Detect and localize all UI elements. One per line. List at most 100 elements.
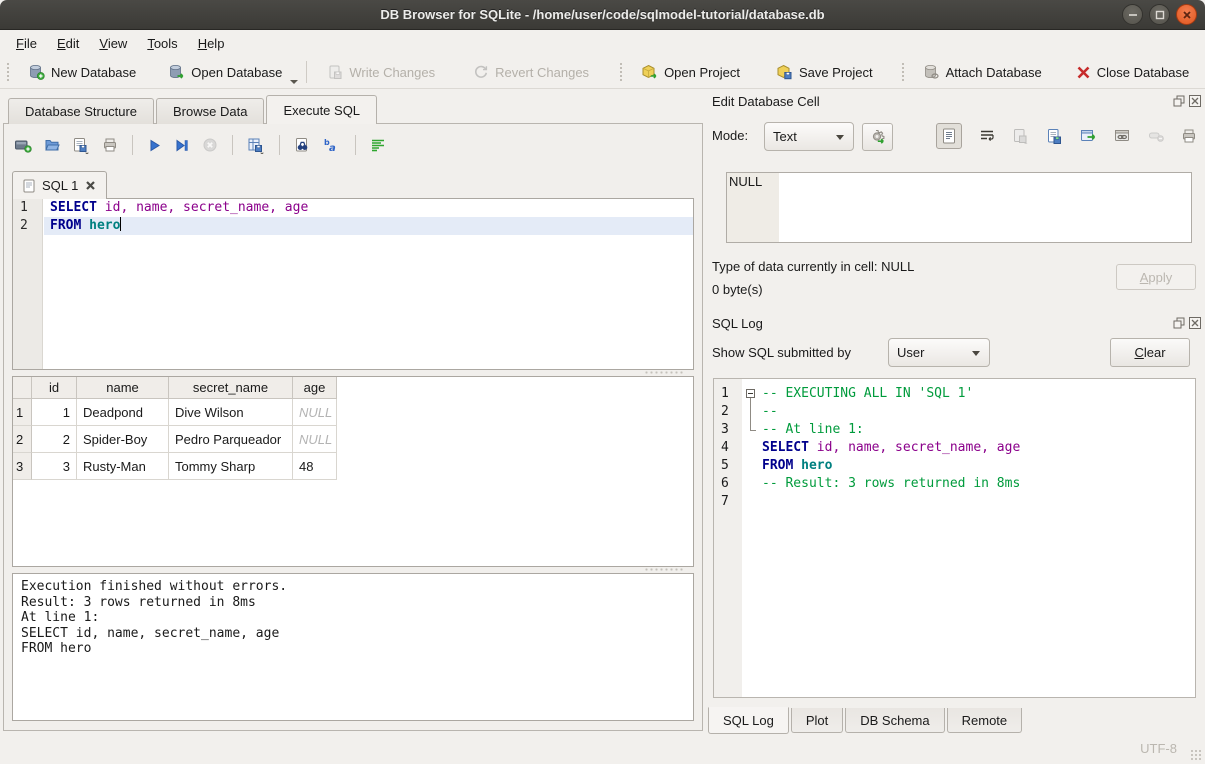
sql-editor[interactable]: 1 2 SELECT id, name, secret_name, age FR… bbox=[12, 198, 694, 370]
toolbar-drag-handle[interactable] bbox=[901, 62, 906, 82]
cell-age[interactable]: 48 bbox=[293, 453, 337, 480]
save-sql-file-button[interactable] bbox=[72, 137, 90, 154]
menu-file[interactable]: File bbox=[6, 30, 47, 56]
cell-secret-name[interactable]: Tommy Sharp bbox=[169, 453, 293, 480]
float-panel-icon[interactable] bbox=[1173, 317, 1185, 329]
format-sql-button[interactable] bbox=[370, 138, 386, 152]
mode-select[interactable]: Text bbox=[764, 122, 854, 151]
log-line bbox=[760, 493, 1195, 511]
table-row[interactable]: 1 1 Deadpond Dive Wilson NULL bbox=[13, 399, 693, 426]
tab-sql-log[interactable]: SQL Log bbox=[708, 707, 789, 734]
fold-marker-icon[interactable] bbox=[746, 389, 755, 398]
row-header: 3 bbox=[13, 453, 32, 480]
open-in-external-button[interactable] bbox=[1080, 128, 1097, 144]
results-table[interactable]: id name secret_name age 1 1 Deadpond Div… bbox=[12, 376, 694, 567]
tab-remote[interactable]: Remote bbox=[947, 708, 1023, 733]
editor-line-1[interactable]: SELECT id, name, secret_name, age bbox=[44, 199, 693, 217]
export-data-button[interactable] bbox=[1046, 128, 1063, 145]
new-database-button[interactable]: New Database bbox=[16, 58, 148, 86]
right-dock-area: Edit Database Cell Mode: Text bbox=[706, 92, 1205, 742]
table-row[interactable]: 2 2 Spider-Boy Pedro Parqueador NULL bbox=[13, 426, 693, 453]
cell-name[interactable]: Rusty-Man bbox=[77, 453, 169, 480]
maximize-icon[interactable] bbox=[1149, 4, 1170, 25]
tab-execute-sql[interactable]: Execute SQL bbox=[266, 95, 377, 124]
sql-log-view[interactable]: 1 2 3 4 5 6 7 -- EXECUTING ALL IN 'SQL 1… bbox=[713, 378, 1196, 698]
cell-name[interactable]: Deadpond bbox=[77, 399, 169, 426]
cell-value-editor[interactable]: NULL bbox=[726, 172, 1192, 243]
close-panel-icon[interactable] bbox=[1189, 317, 1201, 329]
chevron-down-icon bbox=[836, 135, 844, 140]
close-icon[interactable] bbox=[1176, 4, 1197, 25]
splitter-handle[interactable] bbox=[644, 568, 684, 571]
open-project-icon bbox=[641, 64, 658, 80]
resize-grip[interactable] bbox=[1190, 749, 1202, 761]
column-header-secret-name[interactable]: secret_name bbox=[169, 377, 293, 399]
word-wrap-button[interactable] bbox=[979, 129, 995, 143]
tab-plot[interactable]: Plot bbox=[791, 708, 843, 733]
cell-age[interactable]: NULL bbox=[293, 399, 337, 426]
open-external-icon bbox=[1080, 128, 1097, 144]
submitted-by-select[interactable]: User bbox=[888, 338, 990, 367]
cell-value: NULL bbox=[729, 174, 762, 189]
minimize-icon[interactable] bbox=[1122, 4, 1143, 25]
execute-all-button[interactable] bbox=[147, 138, 162, 153]
open-project-button[interactable]: Open Project bbox=[629, 58, 752, 86]
column-header-id[interactable]: id bbox=[32, 377, 77, 399]
menu-help[interactable]: Help bbox=[188, 30, 235, 56]
sql-tab-1[interactable]: SQL 1 bbox=[12, 171, 107, 199]
copy-url-button[interactable] bbox=[1114, 128, 1131, 144]
table-row[interactable]: 3 3 Rusty-Man Tommy Sharp 48 bbox=[13, 453, 693, 480]
menu-edit[interactable]: Edit bbox=[47, 30, 89, 56]
title-bar[interactable]: DB Browser for SQLite - /home/user/code/… bbox=[0, 0, 1205, 30]
print-cell-button[interactable] bbox=[1181, 128, 1197, 144]
message-line: FROM hero bbox=[21, 641, 685, 657]
execute-sql-panel: b a SQL 1 1 2 bbox=[3, 123, 703, 731]
auto-switch-mode-button[interactable] bbox=[862, 123, 893, 151]
close-tab-icon[interactable] bbox=[85, 180, 96, 191]
cell-id[interactable]: 2 bbox=[32, 426, 77, 453]
print-sql-button[interactable] bbox=[102, 137, 118, 153]
attach-database-button[interactable]: Attach Database bbox=[911, 58, 1054, 86]
status-bar: UTF-8 bbox=[0, 731, 1205, 764]
row-header: 2 bbox=[13, 426, 32, 453]
open-database-dropdown-icon[interactable] bbox=[290, 80, 298, 84]
float-panel-icon[interactable] bbox=[1173, 95, 1185, 107]
menu-view[interactable]: View bbox=[89, 30, 137, 56]
cell-secret-name[interactable]: Dive Wilson bbox=[169, 399, 293, 426]
toggle-case-button[interactable]: b a bbox=[323, 137, 341, 153]
save-file-icon bbox=[72, 137, 90, 154]
execute-line-button[interactable] bbox=[174, 138, 190, 153]
clear-log-button[interactable]: Clear bbox=[1110, 338, 1190, 367]
editor-line-2-current[interactable]: FROM hero bbox=[44, 217, 693, 235]
column-header-name[interactable]: name bbox=[77, 377, 169, 399]
splitter-handle[interactable] bbox=[644, 371, 684, 374]
close-database-button[interactable]: Close Database bbox=[1064, 58, 1202, 86]
toolbar-separator bbox=[132, 135, 133, 155]
toolbar-separator bbox=[306, 61, 307, 83]
cell-id[interactable]: 3 bbox=[32, 453, 77, 480]
cell-id[interactable]: 1 bbox=[32, 399, 77, 426]
toolbar-drag-handle[interactable] bbox=[619, 62, 624, 82]
cell-age[interactable]: NULL bbox=[293, 426, 337, 453]
find-button[interactable] bbox=[294, 137, 311, 153]
tab-browse-data[interactable]: Browse Data bbox=[156, 98, 264, 124]
message-line: Result: 3 rows returned in 8ms bbox=[21, 595, 685, 611]
text-mode-button[interactable] bbox=[936, 123, 962, 149]
menu-tools[interactable]: Tools bbox=[137, 30, 187, 56]
fold-margin[interactable] bbox=[742, 379, 760, 697]
column-header-age[interactable]: age bbox=[293, 377, 337, 399]
save-results-button[interactable] bbox=[247, 137, 265, 154]
menu-bar: File Edit View Tools Help bbox=[0, 30, 1205, 56]
close-panel-icon[interactable] bbox=[1189, 95, 1201, 107]
open-sql-file-button[interactable] bbox=[44, 137, 60, 153]
save-project-button[interactable]: Save Project bbox=[764, 58, 885, 86]
cell-name[interactable]: Spider-Boy bbox=[77, 426, 169, 453]
tab-database-structure[interactable]: Database Structure bbox=[8, 98, 154, 124]
corner-header bbox=[13, 377, 32, 399]
tab-db-schema[interactable]: DB Schema bbox=[845, 708, 944, 733]
new-sql-tab-button[interactable] bbox=[14, 137, 32, 153]
encoding-indicator[interactable]: UTF-8 bbox=[1140, 741, 1177, 756]
cell-secret-name[interactable]: Pedro Parqueador bbox=[169, 426, 293, 453]
open-database-button[interactable]: Open Database bbox=[156, 58, 294, 86]
toolbar-drag-handle[interactable] bbox=[6, 62, 11, 82]
